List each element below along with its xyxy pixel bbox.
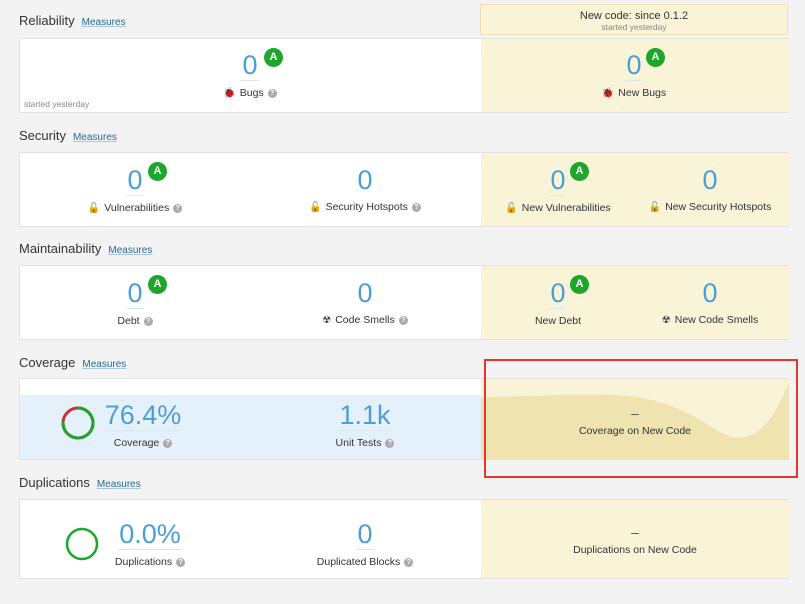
bugs-rating-badge[interactable]: A xyxy=(264,48,283,67)
maintainability-panel: 0 Debt? A 0 ☢ Code Smells? 0 New Debt A 0… xyxy=(19,265,789,340)
unit-tests-value[interactable]: 1.1k xyxy=(338,400,392,431)
vulnerabilities-value[interactable]: 0 xyxy=(126,165,144,196)
new-security-hotspots-label: New Security Hotspots xyxy=(665,201,772,213)
new-code-header: New code: since 0.1.2 started yesterday xyxy=(480,4,788,35)
duplications-new-code-label: Duplications on New Code xyxy=(573,544,697,556)
duplications-new-code-metric: – Duplications on New Code xyxy=(560,524,710,556)
help-icon[interactable]: ? xyxy=(385,438,395,448)
help-icon[interactable]: ? xyxy=(411,202,421,212)
coverage-metric: 76.4% Coverage? xyxy=(98,400,188,449)
reliability-measures-link[interactable]: Measures xyxy=(82,17,126,28)
code-smell-icon: ☢ xyxy=(661,314,671,326)
duplications-value[interactable]: 0.0% xyxy=(118,519,182,550)
help-icon[interactable]: ? xyxy=(404,557,414,567)
reliability-started-note: started yesterday xyxy=(24,99,90,109)
new-bugs-value[interactable]: 0 xyxy=(625,50,643,81)
help-icon[interactable]: ? xyxy=(173,203,183,213)
security-hotspots-metric: 0 🔓 Security Hotspots? xyxy=(300,165,430,213)
section-title-maintainability: Maintainability Measures xyxy=(19,241,152,256)
unit-tests-metric: 1.1k Unit Tests? xyxy=(320,400,410,449)
code-smells-metric: 0 ☢ Code Smells? xyxy=(310,278,420,326)
new-bugs-label: New Bugs xyxy=(618,87,667,99)
bugs-value[interactable]: 0 xyxy=(241,50,259,81)
coverage-donut-chart xyxy=(61,406,95,440)
debt-metric: 0 Debt? xyxy=(85,278,185,327)
coverage-measures-link[interactable]: Measures xyxy=(82,359,126,370)
new-code-smells-value[interactable]: 0 xyxy=(701,278,718,308)
coverage-value[interactable]: 76.4% xyxy=(103,400,183,431)
new-bugs-rating-badge[interactable]: A xyxy=(646,48,665,67)
security-hotspots-label: Security Hotspots xyxy=(325,201,408,213)
unit-tests-label: Unit Tests xyxy=(335,437,382,449)
help-icon[interactable]: ? xyxy=(267,88,277,98)
new-code-subtitle: started yesterday xyxy=(601,22,667,32)
duplicated-blocks-value[interactable]: 0 xyxy=(356,519,374,550)
bug-icon: 🐞 xyxy=(223,87,236,99)
vulnerabilities-metric: 0 🔓 Vulnerabilities? xyxy=(75,165,195,214)
lock-icon: 🔓 xyxy=(87,202,101,214)
security-measures-link[interactable]: Measures xyxy=(73,132,117,143)
section-title-reliability: Reliability Measures xyxy=(19,13,126,28)
reliability-panel: started yesterday 0 🐞 Bugs? A 0 🐞 New Bugs… xyxy=(19,38,789,113)
new-security-hotspots-value[interactable]: 0 xyxy=(701,165,718,195)
new-debt-metric: 0 New Debt xyxy=(508,278,608,327)
debt-value[interactable]: 0 xyxy=(126,278,144,309)
duplications-panel: 0.0% Duplications? 0 Duplicated Blocks? … xyxy=(19,499,789,579)
vulnerabilities-rating-badge[interactable]: A xyxy=(148,162,167,181)
duplicated-blocks-metric: 0 Duplicated Blocks? xyxy=(310,519,420,568)
help-icon[interactable]: ? xyxy=(143,316,153,326)
bugs-label: Bugs xyxy=(239,87,264,99)
code-smell-icon: ☢ xyxy=(322,314,332,326)
debt-label: Debt xyxy=(117,315,140,327)
new-vulnerabilities-label: New Vulnerabilities xyxy=(521,202,611,214)
bug-icon: 🐞 xyxy=(601,87,615,99)
security-title: Security xyxy=(19,128,66,143)
section-title-coverage: Coverage Measures xyxy=(19,355,126,370)
section-title-security: Security Measures xyxy=(19,128,117,143)
highlight-box xyxy=(484,359,798,478)
new-vulnerabilities-metric: 0 🔓 New Vulnerabilities xyxy=(498,165,618,214)
help-icon[interactable]: ? xyxy=(163,438,173,448)
new-code-smells-label: New Code Smells xyxy=(674,314,759,326)
lock-icon: 🔓 xyxy=(505,202,518,214)
duplicated-blocks-label: Duplicated Blocks xyxy=(316,556,401,568)
security-hotspots-value[interactable]: 0 xyxy=(356,165,373,195)
code-smells-label: Code Smells xyxy=(335,314,395,326)
duplications-circle-chart xyxy=(65,527,99,561)
new-security-hotspots-metric: 0 🔓 New Security Hotspots xyxy=(645,165,775,213)
security-panel: 0 🔓 Vulnerabilities? A 0 🔓 Security Hotspo… xyxy=(19,152,789,227)
new-bugs-metric: 0 🐞 New Bugs xyxy=(584,50,684,99)
maintainability-measures-link[interactable]: Measures xyxy=(108,245,152,256)
duplications-new-code-value: – xyxy=(631,524,639,540)
new-debt-rating-badge[interactable]: A xyxy=(570,275,589,294)
new-debt-label: New Debt xyxy=(534,315,582,327)
help-icon[interactable]: ? xyxy=(176,557,186,567)
new-code-title: New code: since 0.1.2 xyxy=(579,10,689,22)
duplications-title: Duplications xyxy=(19,475,90,490)
lock-icon: 🔓 xyxy=(648,201,662,213)
code-smells-value[interactable]: 0 xyxy=(356,278,373,308)
debt-rating-badge[interactable]: A xyxy=(148,275,167,294)
duplications-label: Duplications xyxy=(114,556,173,568)
new-vulnerabilities-rating-badge[interactable]: A xyxy=(570,162,589,181)
coverage-title: Coverage xyxy=(19,355,76,370)
help-icon[interactable]: ? xyxy=(398,315,408,325)
reliability-title: Reliability xyxy=(19,13,75,28)
bugs-metric: 0 🐞 Bugs? xyxy=(200,50,300,99)
lock-icon: 🔓 xyxy=(309,201,322,213)
new-code-smells-metric: 0 ☢ New Code Smells xyxy=(655,278,765,326)
vulnerabilities-label: Vulnerabilities xyxy=(104,202,170,214)
new-debt-value[interactable]: 0 xyxy=(549,278,567,309)
section-title-duplications: Duplications Measures xyxy=(19,475,141,490)
coverage-label: Coverage xyxy=(113,437,160,449)
new-vulnerabilities-value[interactable]: 0 xyxy=(549,165,567,196)
duplications-metric: 0.0% Duplications? xyxy=(105,519,195,568)
maintainability-title: Maintainability xyxy=(19,241,102,256)
duplications-measures-link[interactable]: Measures xyxy=(97,479,141,490)
